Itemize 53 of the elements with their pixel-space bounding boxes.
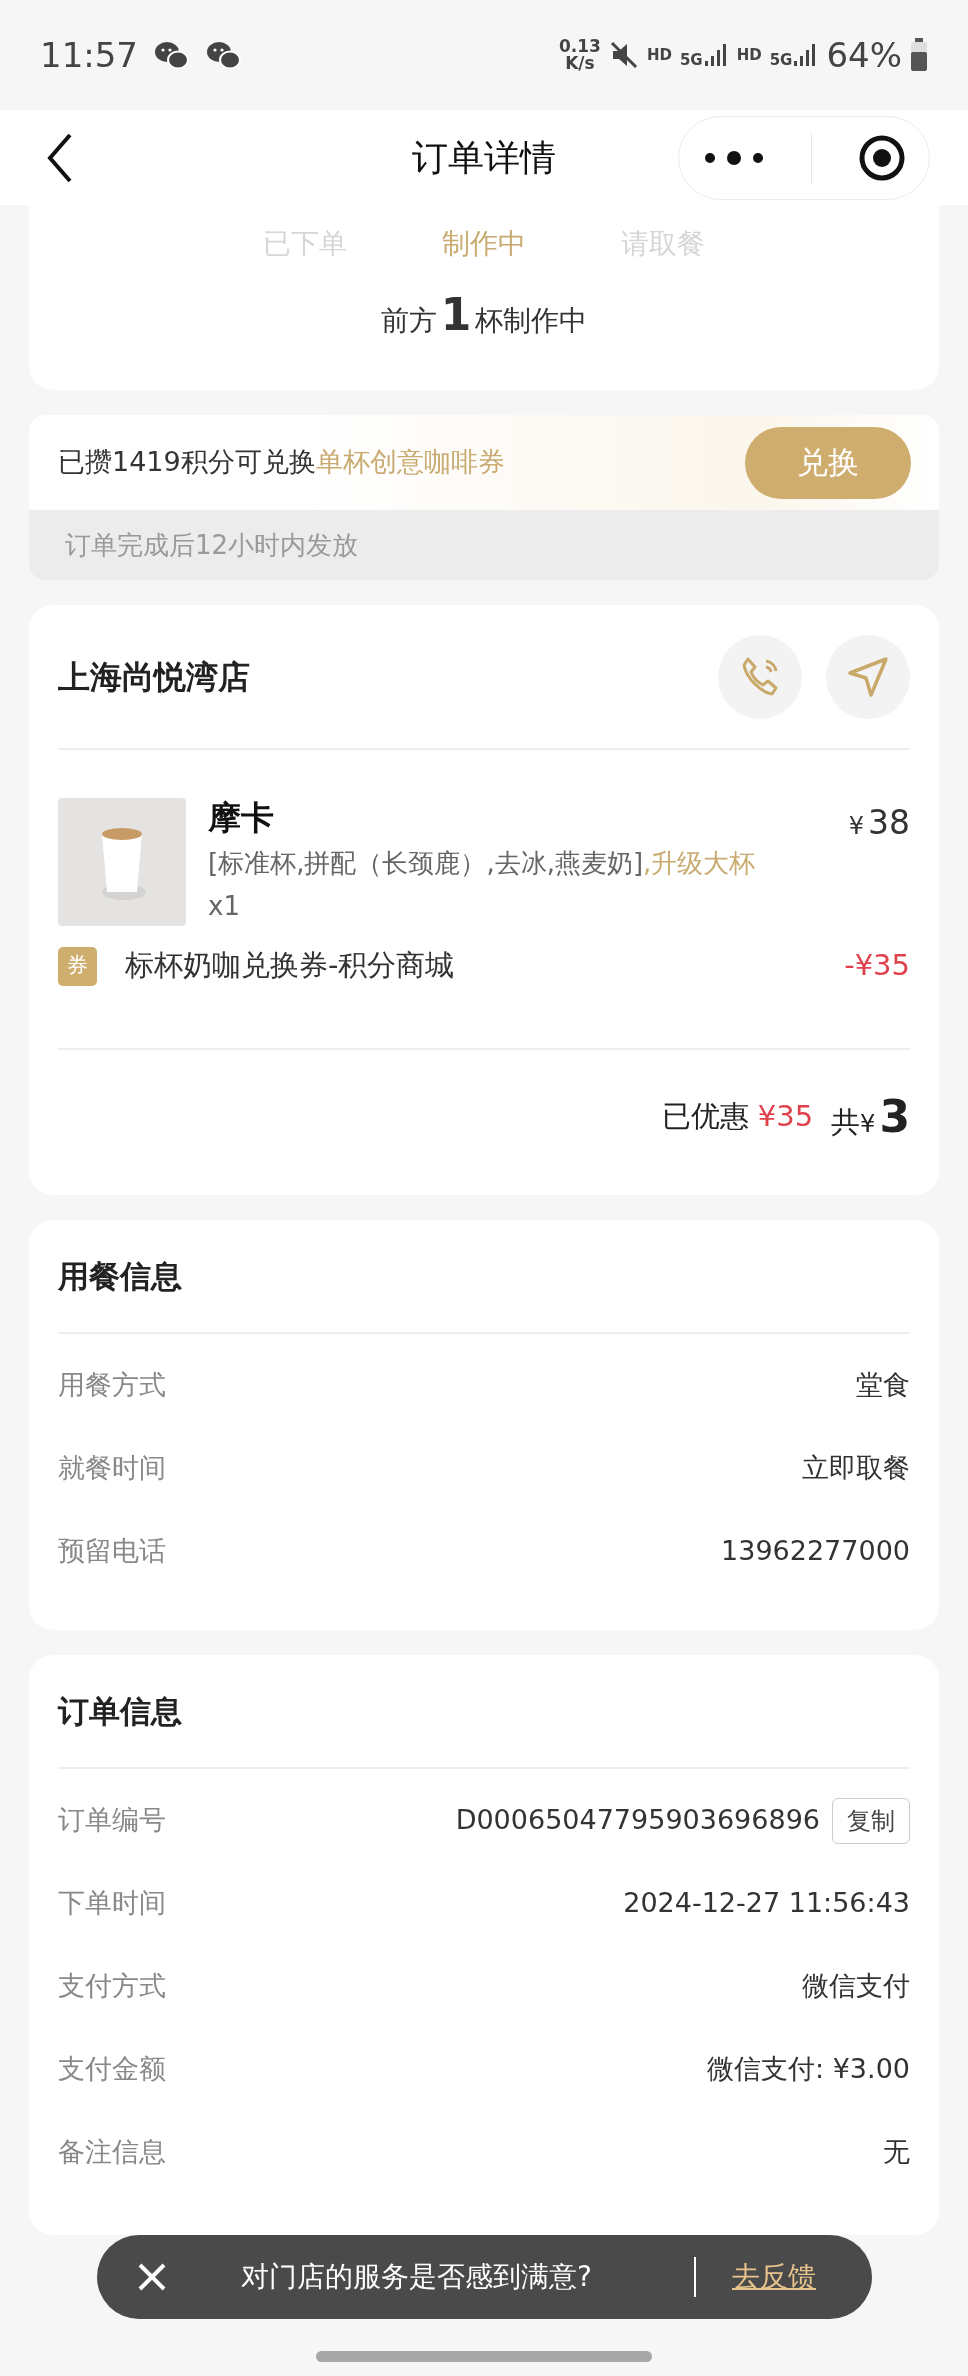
info-label: 预留电话 bbox=[58, 1534, 166, 1569]
info-value: 立即取餐 bbox=[802, 1451, 910, 1486]
info-value: 13962277000 bbox=[721, 1534, 910, 1569]
progress-step: 制作中 bbox=[442, 223, 526, 265]
toast-message: 对门店的服务是否感到满意? bbox=[241, 2259, 592, 2295]
queue-status: 前方 1 杯制作中 bbox=[380, 293, 588, 342]
network-label: 5G bbox=[679, 53, 703, 68]
info-value: 微信支付: ¥3.00 bbox=[707, 2052, 910, 2087]
signal-icon bbox=[702, 42, 729, 68]
coupon-tag: 券 bbox=[58, 946, 97, 986]
store-name: 上海尚悦湾店 bbox=[58, 656, 250, 698]
info-label: 支付方式 bbox=[58, 1969, 166, 2004]
hd-label: HD bbox=[736, 47, 762, 63]
status-time: 11:57 bbox=[40, 33, 138, 77]
info-value: D00065047795903696896 bbox=[455, 1803, 820, 1838]
info-label: 用餐方式 bbox=[58, 1368, 166, 1403]
close-icon[interactable] bbox=[137, 2262, 167, 2292]
network-label: 5G bbox=[769, 53, 793, 68]
navigation-arrow-icon bbox=[846, 654, 890, 699]
battery-icon bbox=[910, 38, 928, 72]
mute-icon bbox=[608, 40, 639, 70]
points-note: 订单完成后12小时内发放 bbox=[29, 510, 939, 580]
info-label: 备注信息 bbox=[58, 2135, 166, 2170]
target-icon[interactable] bbox=[858, 133, 907, 182]
product-name: 摩卡 bbox=[208, 798, 275, 838]
points-text: 已攒1419积分可兑换单杯创意咖啡券 bbox=[58, 445, 505, 480]
product-options: [标准杯,拼配（长颈鹿）,去冰,燕麦奶],升级大杯 bbox=[208, 843, 827, 883]
coupon-amount: -¥35 bbox=[844, 947, 910, 985]
info-label: 下单时间 bbox=[58, 1886, 166, 1921]
discount-summary: 已优惠 ¥35 bbox=[661, 1097, 814, 1135]
section-title: 用餐信息 bbox=[58, 1256, 183, 1296]
section-title: 订单信息 bbox=[58, 1691, 183, 1731]
chat-icon bbox=[154, 39, 190, 71]
product-quantity: x1 bbox=[208, 889, 241, 923]
battery-percent: 64% bbox=[826, 33, 902, 77]
product-price: ¥38 bbox=[848, 802, 910, 844]
info-value: 微信支付 bbox=[802, 1969, 910, 2004]
info-value: 2024-12-27 11:56:43 bbox=[623, 1886, 910, 1921]
back-icon[interactable] bbox=[46, 131, 74, 184]
feedback-link[interactable]: 去反馈 bbox=[732, 2256, 816, 2298]
chat-icon bbox=[206, 39, 242, 71]
info-label: 就餐时间 bbox=[58, 1451, 166, 1486]
coupon-name: 标杯奶咖兑换券-积分商城 bbox=[125, 947, 456, 985]
info-label: 订单编号 bbox=[58, 1803, 166, 1838]
info-label: 支付金额 bbox=[58, 2052, 166, 2087]
network-speed-unit: K/s bbox=[565, 55, 595, 72]
order-total: 共¥3 bbox=[831, 1089, 910, 1144]
hd-label: HD bbox=[646, 47, 672, 63]
copy-button[interactable]: 复制 bbox=[832, 1797, 910, 1844]
info-value: 无 bbox=[883, 2135, 910, 2170]
page-title: 订单详情 bbox=[412, 135, 556, 180]
network-speed: 0.13 bbox=[558, 38, 601, 55]
info-value: 堂食 bbox=[856, 1368, 910, 1403]
